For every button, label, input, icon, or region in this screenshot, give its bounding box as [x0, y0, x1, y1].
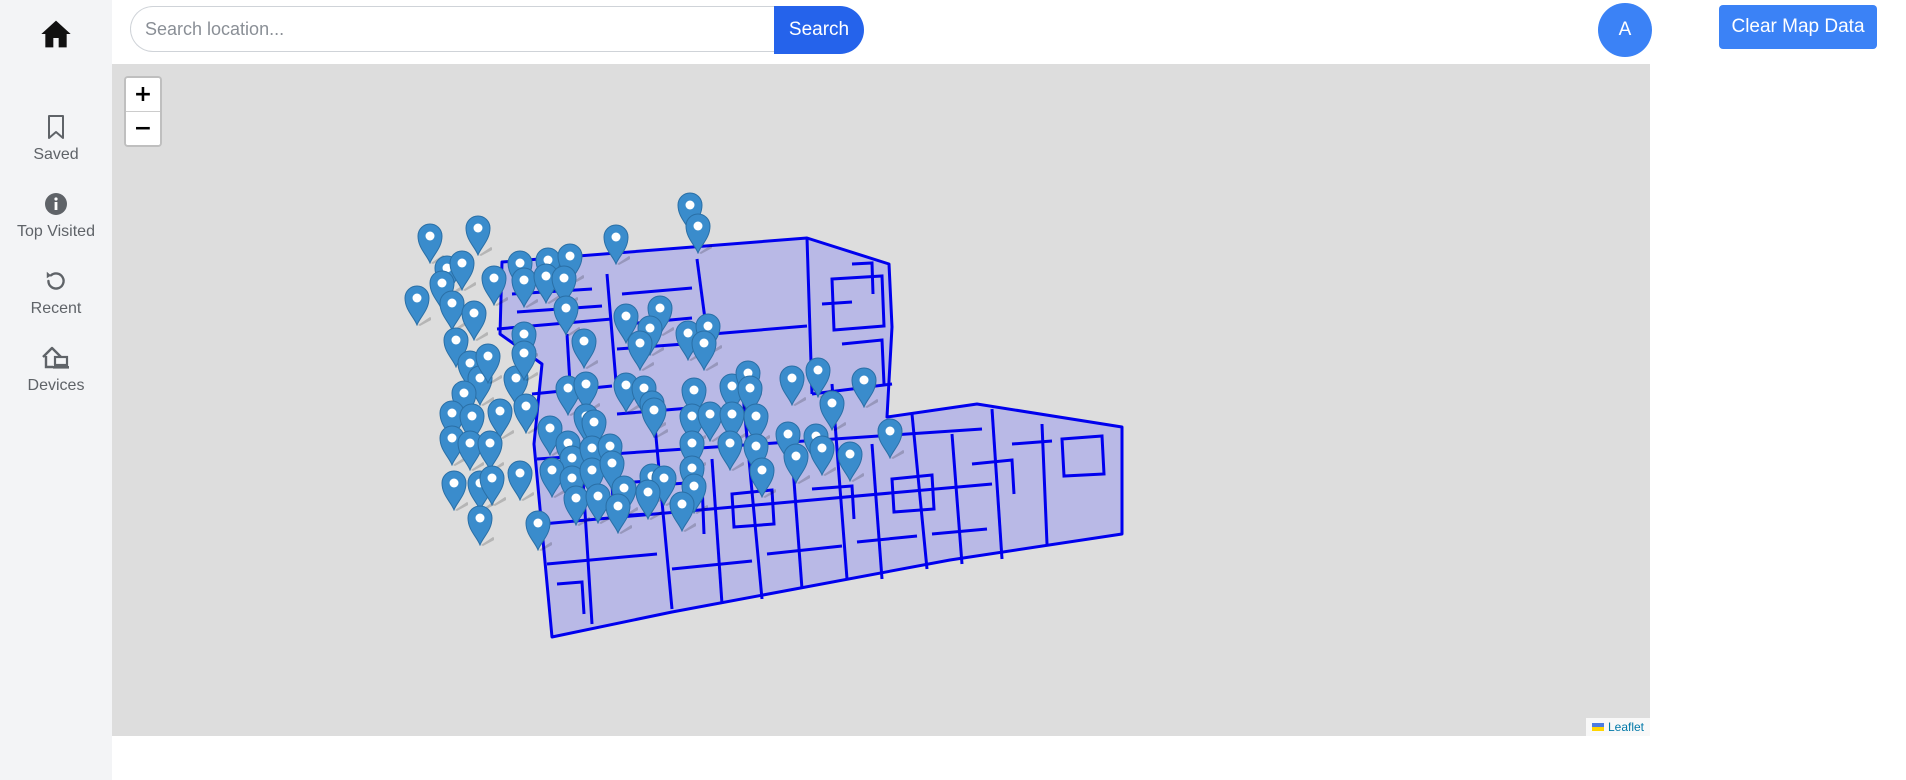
sidebar-item-recent[interactable]: Recent [0, 266, 112, 330]
map-marker-icon[interactable] [604, 492, 632, 534]
sidebar-item-label: Devices [27, 377, 85, 394]
map-marker-icon[interactable] [626, 329, 654, 371]
map-attribution: Leaflet [1585, 718, 1650, 736]
bookmark-icon [41, 112, 71, 142]
sidebar-item-saved[interactable]: Saved [0, 112, 112, 176]
sidebar: Saved Top Visited Recent Devices [0, 0, 112, 780]
map-marker-icon[interactable] [836, 440, 864, 482]
zoom-out-button[interactable]: − [126, 111, 160, 145]
map-marker-icon[interactable] [684, 212, 712, 254]
map-marker-icon[interactable] [602, 223, 630, 265]
map-marker-icon[interactable] [640, 396, 668, 438]
map-marker-icon[interactable] [690, 329, 718, 371]
sidebar-item-top-visited[interactable]: Top Visited [0, 189, 112, 253]
map-marker-icon[interactable] [466, 504, 494, 546]
avatar[interactable]: A [1598, 3, 1652, 57]
map-marker-icon[interactable] [668, 490, 696, 532]
map[interactable]: + − Leaflet [112, 64, 1650, 736]
map-marker-icon[interactable] [634, 478, 662, 520]
search-bar: Search [130, 6, 864, 54]
map-marker-icon[interactable] [570, 327, 598, 369]
info-icon [41, 189, 71, 219]
sidebar-item-label: Saved [33, 146, 79, 163]
map-marker-icon[interactable] [510, 339, 538, 381]
clear-map-data-button[interactable]: Clear Map Data [1719, 5, 1877, 49]
map-marker-icon[interactable] [524, 509, 552, 551]
sidebar-item-label: Recent [30, 300, 82, 317]
history-icon [41, 266, 71, 296]
zoom-in-button[interactable]: + [126, 78, 160, 111]
sidebar-item-label: Top Visited [17, 223, 95, 240]
map-marker-icon[interactable] [778, 364, 806, 406]
search-input[interactable] [130, 6, 774, 52]
ukraine-flag-icon [1591, 723, 1604, 731]
map-marker-icon[interactable] [876, 417, 904, 459]
map-marker-icon[interactable] [506, 459, 534, 501]
devices-icon [41, 343, 71, 373]
leaflet-link[interactable]: Leaflet [1608, 720, 1644, 734]
sidebar-item-devices[interactable]: Devices [0, 343, 112, 407]
zoom-control: + − [124, 76, 162, 147]
search-button[interactable]: Search [774, 6, 864, 54]
map-marker-icon[interactable] [403, 284, 431, 326]
map-marker-icon[interactable] [748, 456, 776, 498]
home-link[interactable] [37, 16, 75, 52]
map-marker-icon[interactable] [478, 464, 506, 506]
map-marker-icon[interactable] [782, 442, 810, 484]
home-icon [41, 20, 71, 48]
map-marker-icon[interactable] [850, 366, 878, 408]
floorplan-layer [496, 236, 1124, 639]
map-marker-icon[interactable] [808, 434, 836, 476]
map-marker-icon[interactable] [716, 429, 744, 471]
map-marker-icon[interactable] [474, 342, 502, 384]
map-marker-icon[interactable] [440, 469, 468, 511]
